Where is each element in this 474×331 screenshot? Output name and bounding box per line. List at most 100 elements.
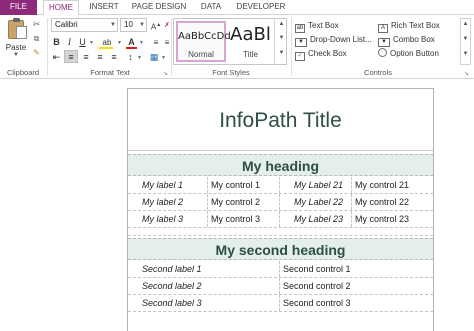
control-check-box[interactable]: ✓ Check Box (295, 48, 347, 61)
indent-icon[interactable]: ⇤ (51, 51, 62, 64)
ribbon: Paste ▼ ✂ ⧉ ✎ Clipboard Calibri ▼ 10 ▼ A… (0, 15, 474, 79)
chevron-down-icon: ▼ (110, 22, 116, 28)
font-name-select[interactable]: Calibri ▼ (51, 18, 118, 32)
style-normal-sample: AaBbCcDd (178, 31, 231, 42)
font-color-icon[interactable]: A (125, 36, 138, 49)
style-normal[interactable]: AaBbCcDd Normal (176, 21, 231, 62)
field-control[interactable]: My control 22 (352, 194, 433, 210)
group-divider (47, 18, 48, 76)
font-name-value: Calibri (55, 20, 78, 29)
table-row: My label 2 My control 2 My Label 22 My c… (128, 194, 433, 211)
section-heading-2[interactable]: My second heading (128, 238, 433, 260)
chevron-down-icon[interactable]: ▼ (89, 40, 94, 46)
table-row: My label 1 My control 1 My Label 21 My c… (128, 177, 433, 194)
chevron-up-icon[interactable]: ▲ (461, 21, 470, 27)
section-2-table: Second label 1 Second control 1 Second l… (128, 261, 433, 312)
field-label: My Label 22 (280, 194, 352, 210)
field-control[interactable]: My control 3 (208, 211, 280, 227)
borders-icon[interactable]: ▦ (148, 51, 160, 64)
gallery-scrollbar[interactable]: ▲ ▼ ▼ (274, 19, 287, 64)
controls-scrollbar[interactable]: ▲ ▼ ▼ (460, 18, 471, 65)
style-title-label: Title (243, 50, 258, 59)
paper-icon (16, 26, 27, 39)
align-left-icon[interactable]: ≡ (64, 50, 78, 63)
tab-page-design[interactable]: PAGE DESIGN (129, 0, 189, 15)
chevron-down-icon[interactable]: ▼ (139, 40, 144, 46)
section-divider (128, 235, 433, 236)
grow-font-icon[interactable]: A▲ (150, 19, 162, 32)
field-label: My label 2 (128, 194, 208, 210)
tab-developer[interactable]: DEVELOPER (233, 0, 289, 15)
tab-home[interactable]: HOME (43, 0, 79, 16)
align-center-icon[interactable]: ≡ (80, 51, 92, 64)
align-right-icon[interactable]: ≡ (94, 51, 106, 64)
control-option-button[interactable]: Option Button (378, 48, 439, 60)
group-label-font-styles: Font Styles (212, 68, 250, 77)
title-area[interactable]: InfoPath Title (128, 89, 433, 151)
control-text-box-label: Text Box (308, 21, 339, 30)
style-title-sample: AaBl (230, 24, 271, 45)
field-control[interactable]: Second control 3 (280, 295, 433, 311)
form-title[interactable]: InfoPath Title (128, 109, 433, 133)
paste-button[interactable]: Paste ▼ (3, 17, 29, 58)
option-button-icon (378, 48, 387, 57)
clipboard-clip-icon (13, 18, 20, 22)
gallery-more-icon[interactable]: ▼ (275, 50, 288, 56)
table-row: Second label 3 Second control 3 (128, 295, 433, 312)
highlight-icon[interactable]: ab (97, 36, 117, 49)
ribbon-tab-bar: FILE HOME INSERT PAGE DESIGN DATA DEVELO… (0, 0, 474, 16)
control-combo-box-label: Combo Box (393, 35, 435, 44)
group-label-clipboard: Clipboard (6, 68, 40, 77)
field-control[interactable]: My control 23 (352, 211, 433, 227)
tab-insert[interactable]: INSERT (85, 0, 123, 15)
control-combo-box[interactable]: ▼ Combo Box (378, 34, 435, 47)
chevron-down-icon[interactable]: ▼ (137, 55, 142, 61)
field-label: My Label 21 (280, 177, 352, 193)
section-1-table: My label 1 My control 1 My Label 21 My c… (128, 177, 433, 228)
bullets-icon[interactable]: ≡ (150, 36, 162, 49)
italic-icon[interactable]: I (64, 36, 75, 49)
chevron-down-icon[interactable]: ▼ (461, 36, 470, 42)
underline-icon[interactable]: U (77, 36, 88, 49)
format-painter-icon[interactable]: ✎ (31, 47, 42, 58)
dialog-launcher-icon[interactable]: ↘ (464, 70, 469, 77)
table-row: My label 3 My control 3 My Label 23 My c… (128, 211, 433, 228)
control-rich-text-box[interactable]: A Rich Text Box (378, 20, 440, 33)
style-title[interactable]: AaBl Title (228, 21, 273, 62)
field-control[interactable]: My control 21 (352, 177, 433, 193)
form-canvas: InfoPath Title My heading My label 1 My … (0, 80, 474, 331)
field-label: Second label 3 (128, 295, 280, 311)
chevron-up-icon[interactable]: ▲ (275, 21, 288, 27)
chevron-down-icon[interactable]: ▼ (117, 40, 122, 46)
dialog-launcher-icon[interactable]: ↘ (163, 70, 168, 77)
copy-icon[interactable]: ⧉ (31, 33, 42, 44)
table-row: Second label 2 Second control 2 (128, 278, 433, 295)
controls-more-icon[interactable]: ▼ (461, 51, 470, 57)
font-size-value: 10 (124, 20, 133, 29)
field-control[interactable]: My control 2 (208, 194, 280, 210)
chevron-down-icon[interactable]: ▼ (13, 52, 19, 58)
bold-icon[interactable]: B (51, 36, 62, 49)
chevron-down-icon[interactable]: ▼ (161, 55, 166, 61)
table-row: Second label 1 Second control 1 (128, 261, 433, 278)
chevron-down-icon[interactable]: ▼ (275, 35, 288, 41)
field-control[interactable]: My control 1 (208, 177, 280, 193)
field-control[interactable]: Second control 2 (280, 278, 433, 294)
cut-icon[interactable]: ✂ (31, 19, 42, 30)
drop-down-list-icon: ▼ (295, 38, 307, 47)
style-normal-label: Normal (188, 50, 214, 59)
tab-file[interactable]: FILE (0, 0, 37, 15)
justify-icon[interactable]: ≡ (108, 51, 120, 64)
font-size-select[interactable]: 10 ▼ (120, 18, 147, 32)
line-spacing-icon[interactable]: ↕ (124, 51, 137, 64)
field-control[interactable]: Second control 1 (280, 261, 433, 277)
group-divider (171, 18, 172, 76)
field-label: Second label 1 (128, 261, 280, 277)
group-divider (291, 18, 292, 76)
chevron-down-icon: ▼ (139, 22, 145, 28)
control-drop-down-list[interactable]: ▼ Drop-Down List... (295, 34, 372, 47)
combo-box-icon: ▼ (378, 38, 390, 47)
control-text-box[interactable]: ab Text Box (295, 20, 339, 33)
tab-data[interactable]: DATA (195, 0, 227, 15)
section-heading-1[interactable]: My heading (128, 154, 433, 176)
